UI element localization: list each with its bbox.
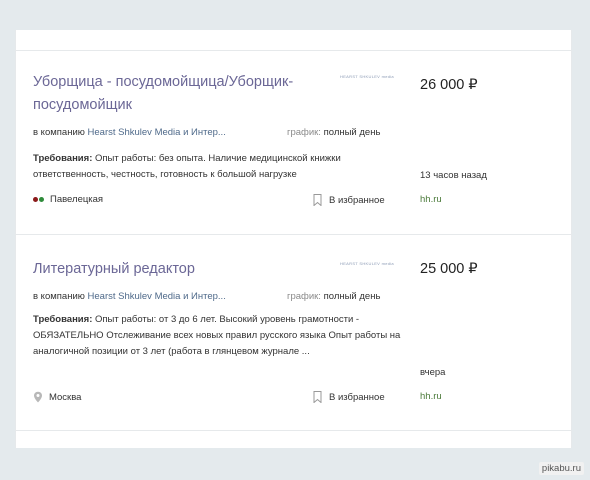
bookmark-icon bbox=[313, 194, 322, 206]
location-name: Павелецкая bbox=[50, 194, 104, 205]
requirements-label: Требования: bbox=[33, 153, 93, 164]
schedule-label: график: bbox=[287, 291, 321, 302]
favorite-label: В избранное bbox=[329, 194, 385, 206]
page-top-background bbox=[0, 0, 590, 30]
company-prefix: в компанию bbox=[33, 127, 85, 138]
metro-line-dot bbox=[33, 197, 38, 202]
watermark: pikabu.ru bbox=[538, 462, 584, 475]
source-link[interactable]: hh.ru bbox=[420, 391, 442, 402]
schedule: график: полный день bbox=[287, 291, 380, 302]
vacancy-card: Литературный редактор HEARST SHKULEV med… bbox=[16, 234, 571, 430]
requirements-label: Требования: bbox=[33, 314, 93, 325]
bookmark-icon bbox=[313, 391, 322, 403]
company-line: в компанию Hearst Shkulev Media и Интер.… bbox=[33, 127, 226, 138]
vacancy-card: Уборщица - посудомойщица/Уборщик-посудом… bbox=[16, 50, 571, 234]
employer-logo[interactable]: HEARST SHKULEV media bbox=[339, 74, 395, 88]
vacancy-salary: 26 000 ₽ bbox=[420, 77, 478, 93]
schedule-value: полный день bbox=[323, 127, 381, 138]
list-divider bbox=[16, 430, 571, 431]
vacancy-salary: 25 000 ₽ bbox=[420, 261, 478, 277]
metro-location: Павелецкая bbox=[33, 194, 103, 205]
company-link[interactable]: Hearst Shkulev Media и Интер... bbox=[88, 127, 226, 138]
metro-icon bbox=[33, 197, 44, 202]
add-to-favorites-button[interactable]: В избранное bbox=[313, 391, 385, 403]
vacancy-title[interactable]: Уборщица - посудомойщица/Уборщик-посудом… bbox=[33, 71, 323, 117]
city-location: Москва bbox=[33, 391, 81, 403]
vacancy-list: Уборщица - посудомойщица/Уборщик-посудом… bbox=[15, 30, 572, 448]
company-line: в компанию Hearst Shkulev Media и Интер.… bbox=[33, 291, 226, 302]
company-prefix: в компанию bbox=[33, 291, 85, 302]
vacancy-title[interactable]: Литературный редактор bbox=[33, 258, 323, 281]
requirements: Требования: Опыт работы: от 3 до 6 лет. … bbox=[33, 312, 403, 360]
posted-time: 13 часов назад bbox=[420, 170, 487, 181]
requirements: Требования: Опыт работы: без опыта. Нали… bbox=[33, 151, 408, 183]
employer-logo[interactable]: HEARST SHKULEV media bbox=[339, 261, 395, 275]
schedule: график: полный день bbox=[287, 127, 380, 138]
schedule-label: график: bbox=[287, 127, 321, 138]
metro-line-dot bbox=[39, 197, 44, 202]
posted-time: вчера bbox=[420, 367, 446, 378]
favorite-label: В избранное bbox=[329, 391, 385, 403]
company-link[interactable]: Hearst Shkulev Media и Интер... bbox=[88, 291, 226, 302]
schedule-value: полный день bbox=[323, 291, 381, 302]
add-to-favorites-button[interactable]: В избранное bbox=[313, 194, 385, 206]
source-link[interactable]: hh.ru bbox=[420, 194, 442, 205]
location-pin-icon bbox=[34, 391, 42, 403]
location-name: Москва bbox=[49, 391, 82, 403]
